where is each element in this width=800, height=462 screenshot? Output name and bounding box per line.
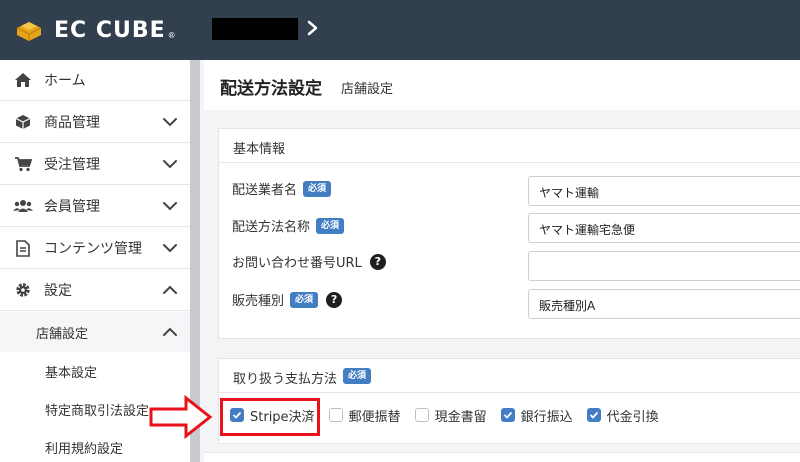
chevron-up-icon[interactable] — [162, 324, 178, 340]
field-label-sale-type: 販売種別 必須 ? — [232, 290, 343, 309]
sidebar-item-label: ホーム — [44, 73, 86, 89]
page-header: 配送方法設定 店舗設定 — [204, 60, 800, 110]
help-icon[interactable]: ? — [369, 253, 386, 270]
card-title: 基本情報 — [233, 142, 286, 157]
sidebar-item-label: 設定 — [44, 283, 72, 299]
tracking-url-input[interactable] — [528, 251, 800, 281]
cube-box-icon — [16, 22, 42, 41]
users-icon — [12, 197, 34, 215]
checkbox-label: 郵便振替 — [348, 409, 401, 425]
field-label: 販売種別 — [232, 294, 285, 309]
sidebar-item-members[interactable]: 会員管理 — [0, 186, 190, 227]
redacted-shop-name — [212, 18, 298, 40]
payment-checkbox-postal-transfer[interactable]: 郵便振替 — [328, 406, 401, 425]
sidebar-item-products[interactable]: 商品管理 — [0, 102, 190, 143]
carrier-name-input[interactable]: ヤマト運輸 — [528, 176, 800, 206]
home-icon — [12, 71, 34, 89]
sidebar-link-basic-settings[interactable]: 基本設定 — [0, 352, 190, 390]
document-icon — [12, 239, 34, 257]
highlight-box — [220, 398, 320, 436]
help-icon[interactable]: ? — [326, 291, 343, 308]
sidebar-item-orders[interactable]: 受注管理 — [0, 144, 190, 185]
field-label: 配送方法名称 — [232, 220, 311, 235]
sidebar-link-label: 特定商取引法設定 — [45, 403, 150, 419]
required-badge: 必須 — [316, 217, 345, 234]
sidebar-subitem-label: 店舗設定 — [36, 326, 89, 342]
sidebar-link-label: 利用規約設定 — [45, 441, 124, 457]
box-icon — [12, 113, 34, 131]
sidebar-item-label: 会員管理 — [44, 199, 100, 215]
top-header: EC CUBE ® — [0, 0, 800, 60]
sidebar-item-settings[interactable]: 設定 — [0, 270, 190, 311]
checkbox-unchecked-icon[interactable] — [328, 408, 343, 422]
sidebar-item-label: 受注管理 — [44, 157, 100, 173]
checkbox-unchecked-icon[interactable] — [414, 408, 429, 422]
payment-checkbox-cash-registered[interactable]: 現金書留 — [414, 406, 487, 425]
chevron-right-icon[interactable] — [305, 14, 321, 42]
arrow-right-icon — [149, 394, 213, 440]
page-subtitle: 店舗設定 — [341, 82, 394, 97]
next-card-edge — [204, 452, 800, 462]
sidebar-item-home[interactable]: ホーム — [0, 60, 190, 101]
cart-icon — [12, 155, 34, 173]
brand-name: EC CUBE — [54, 17, 166, 43]
field-label-method-name: 配送方法名称 必須 — [232, 216, 345, 235]
checkbox-label: 現金書留 — [434, 409, 487, 425]
sidebar-item-label: 商品管理 — [44, 115, 100, 131]
sidebar-link-label: 基本設定 — [45, 365, 98, 381]
chevron-down-icon[interactable] — [162, 156, 178, 172]
required-badge: 必須 — [290, 291, 319, 308]
required-badge: 必須 — [303, 180, 332, 197]
payment-checkbox-bank-transfer[interactable]: 銀行振込 — [500, 406, 573, 425]
sale-type-select[interactable]: 販売種別A — [528, 289, 800, 319]
checkbox-label: 代金引換 — [606, 409, 659, 425]
method-name-input[interactable]: ヤマト運輸宅急便 — [528, 213, 800, 243]
card-title: 取り扱う支払方法 — [233, 372, 338, 387]
chevron-down-icon[interactable] — [162, 114, 178, 130]
field-label: お問い合わせ番号URL — [232, 256, 362, 271]
card-header: 基本情報 — [219, 129, 800, 163]
checkbox-label: 銀行振込 — [520, 409, 573, 425]
payment-checkbox-cash-on-delivery[interactable]: 代金引換 — [586, 406, 659, 425]
sidebar-subitem-store-settings[interactable]: 店舗設定 — [0, 312, 190, 353]
card-header: 取り扱う支払方法 必須 — [219, 359, 800, 393]
sidebar-item-label: コンテンツ管理 — [44, 241, 142, 257]
field-label-tracking-url: お問い合わせ番号URL ? — [232, 252, 386, 271]
chevron-down-icon[interactable] — [162, 240, 178, 256]
required-badge: 必須 — [343, 368, 372, 384]
sidebar-item-contents[interactable]: コンテンツ管理 — [0, 228, 190, 269]
registered-mark: ® — [167, 31, 176, 40]
checkbox-checked-icon[interactable] — [500, 408, 515, 422]
gear-icon — [12, 281, 34, 299]
field-label-carrier: 配送業者名 必須 — [232, 179, 332, 198]
checkbox-checked-icon[interactable] — [586, 408, 601, 422]
chevron-down-icon[interactable] — [162, 198, 178, 214]
page-title: 配送方法設定 — [220, 79, 322, 99]
ec-cube-logo[interactable]: EC CUBE ® — [14, 14, 176, 46]
chevron-up-icon[interactable] — [162, 282, 178, 298]
field-label: 配送業者名 — [232, 183, 298, 198]
